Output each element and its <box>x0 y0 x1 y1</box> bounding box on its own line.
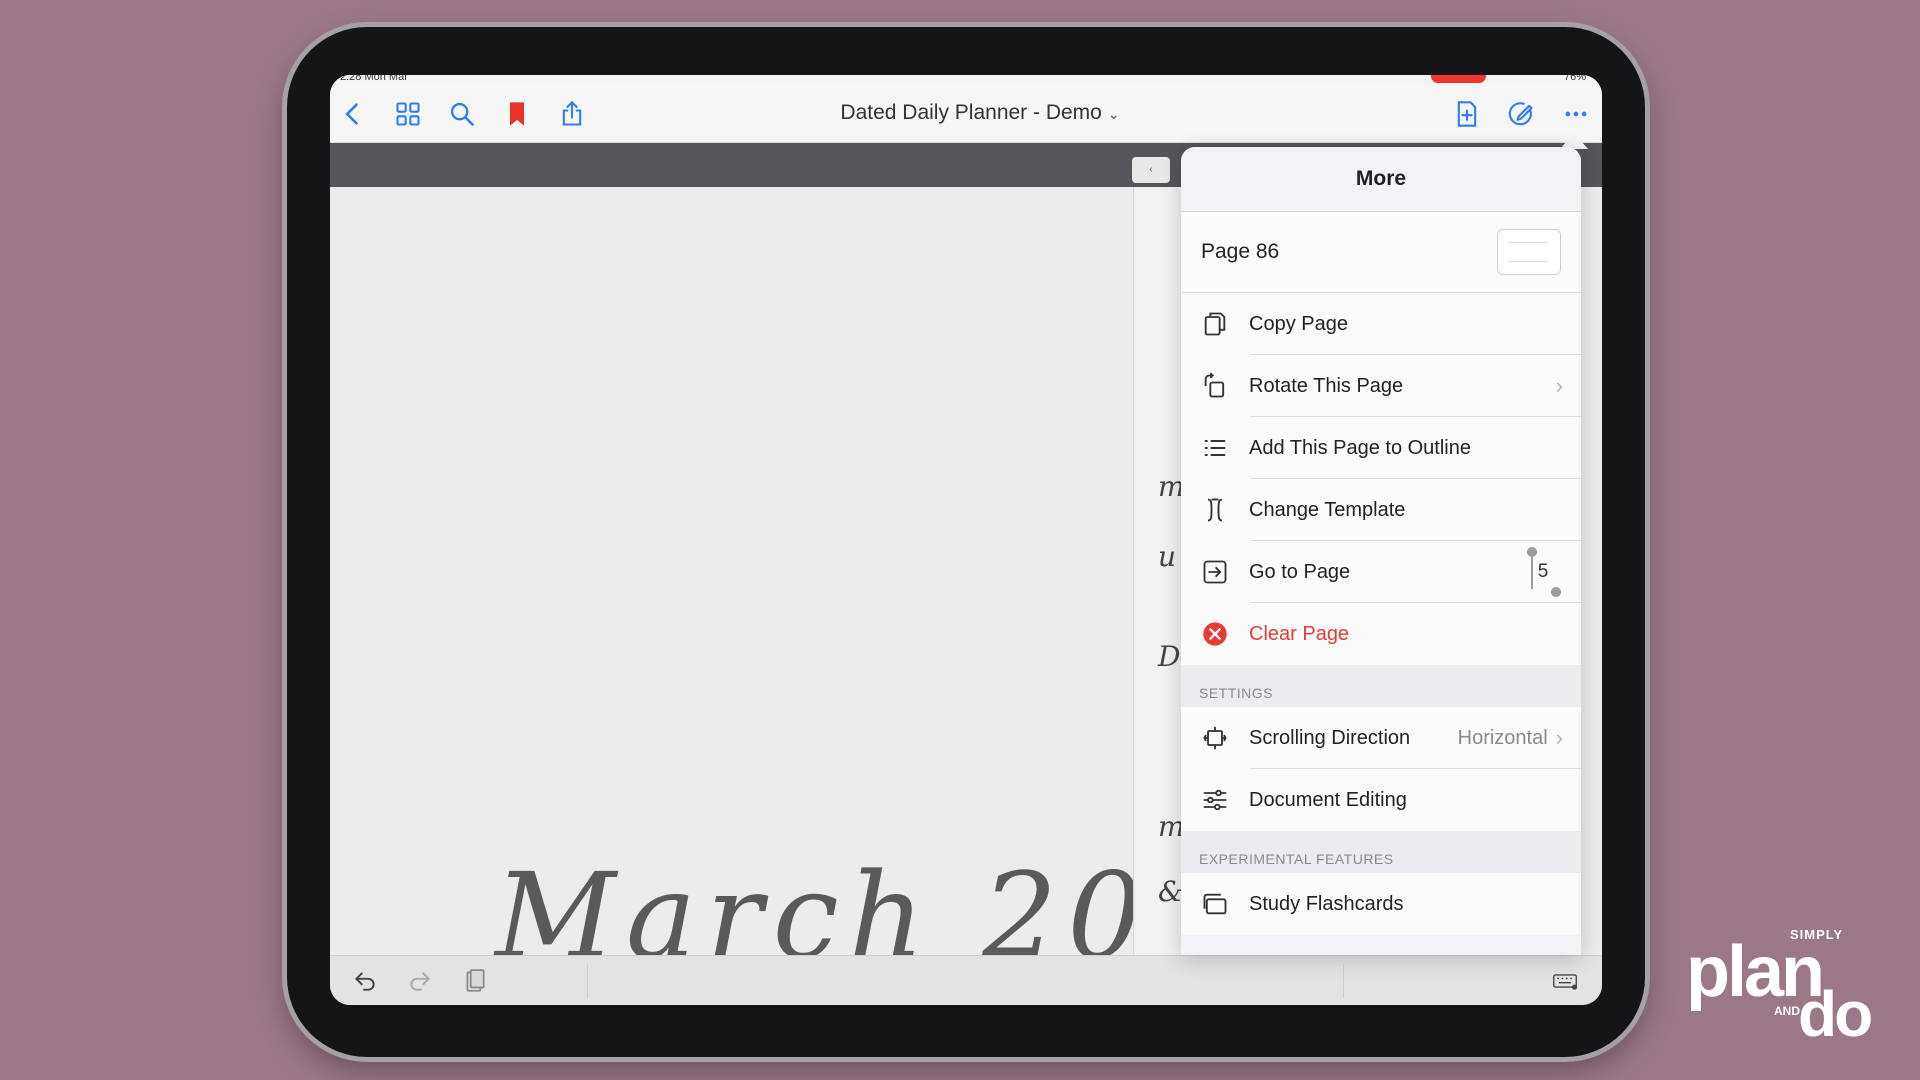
clipboard-button[interactable] <box>460 966 490 996</box>
current-page-row: Page 86 <box>1181 212 1581 293</box>
selection-handle[interactable] <box>1551 587 1561 597</box>
page-tab[interactable]: ‹ <box>1132 157 1170 183</box>
menu-item-label: Change Template <box>1249 498 1406 521</box>
document-title[interactable]: Dated Daily Planner - Demo ⌄ <box>780 101 1180 125</box>
pencil-circle-icon <box>1508 102 1533 126</box>
clear-page-icon <box>1203 622 1227 646</box>
undo-button[interactable] <box>350 966 380 996</box>
current-page-label: Page 86 <box>1201 240 1280 263</box>
chevron-right-icon: › <box>1555 725 1563 750</box>
add-to-outline-item[interactable]: Add This Page to Outline <box>1181 417 1581 479</box>
chevron-down-icon: ⌄ <box>1107 106 1120 122</box>
battery-level: 76% <box>1563 75 1586 83</box>
change-template-item[interactable]: Change Template <box>1181 479 1581 541</box>
sliders-icon <box>1203 789 1227 811</box>
page-number-input[interactable]: 5 <box>1527 555 1559 589</box>
scrolling-direction-item[interactable]: Scrolling Direction Horizontal › <box>1181 707 1581 769</box>
planner-page[interactable]: March 2021 <box>330 187 1312 985</box>
keyboard-icon <box>1553 974 1578 990</box>
chevron-right-icon: › <box>1555 373 1563 398</box>
add-page-button[interactable] <box>1452 99 1482 129</box>
logo-text: AND <box>1774 1004 1800 1018</box>
go-to-page-icon <box>1203 560 1227 584</box>
script-letter: D <box>1158 640 1181 673</box>
clear-page-item[interactable]: Clear Page <box>1181 603 1581 665</box>
redo-button[interactable] <box>405 966 435 996</box>
page-thumbnail[interactable] <box>1497 229 1561 275</box>
thumbnails-button[interactable] <box>393 99 423 129</box>
rotate-page-item[interactable]: Rotate This Page › <box>1181 355 1581 417</box>
simply-plan-and-do-logo: SIMPLY plan AND do <box>1686 922 1896 1052</box>
back-button[interactable] <box>338 99 368 129</box>
setting-value: Horizontal <box>1457 726 1548 749</box>
bookmark-button[interactable] <box>502 99 532 129</box>
status-time: 2:28 Mon Mar <box>340 75 408 83</box>
bottom-toolbar <box>330 955 1602 1005</box>
logo-text: do <box>1798 978 1873 1050</box>
settings-section-header: SETTINGS <box>1181 665 1581 707</box>
flashcards-icon <box>1203 893 1227 915</box>
grid-icon <box>396 102 420 126</box>
add-page-icon <box>1457 101 1477 127</box>
document-editing-item[interactable]: Document Editing <box>1181 769 1581 831</box>
menu-item-label: Rotate This Page <box>1249 374 1404 397</box>
share-button[interactable] <box>557 99 587 129</box>
menu-item-label: Document Editing <box>1249 788 1407 811</box>
edit-mode-button[interactable] <box>1506 99 1536 129</box>
app-screen: 2:28 Mon Mar 76% Dated Daily Planner - D… <box>330 75 1602 1005</box>
experimental-section-header: EXPERIMENTAL FEATURES <box>1181 831 1581 873</box>
more-button[interactable] <box>1561 99 1591 129</box>
menu-item-label: Study Flashcards <box>1249 892 1404 915</box>
divider <box>1343 964 1344 998</box>
rotate-page-icon <box>1204 372 1225 398</box>
top-toolbar: Dated Daily Planner - Demo ⌄ <box>330 85 1602 143</box>
undo-icon <box>354 972 375 991</box>
share-icon <box>562 100 582 126</box>
menu-item-label: Add This Page to Outline <box>1249 436 1471 459</box>
scroll-direction-icon <box>1203 726 1227 750</box>
bookmark-icon <box>510 102 524 126</box>
ellipsis-icon <box>1565 111 1587 117</box>
template-icon <box>1207 498 1223 522</box>
script-letter: & <box>1158 875 1183 908</box>
search-icon <box>450 102 474 126</box>
study-flashcards-item[interactable]: Study Flashcards <box>1181 873 1581 935</box>
screen-recording-indicator <box>1431 75 1486 83</box>
menu-item-label: Scrolling Direction <box>1249 726 1411 749</box>
chevron-left-icon <box>345 103 358 125</box>
clipboard-icon <box>466 969 485 992</box>
divider <box>587 964 588 998</box>
copy-page-item[interactable]: Copy Page <box>1181 293 1581 355</box>
outline-list-icon <box>1204 439 1226 457</box>
copy-page-icon <box>1204 312 1226 336</box>
redo-icon <box>410 972 431 991</box>
script-letter: u <box>1158 540 1177 573</box>
menu-item-label: Clear Page <box>1249 622 1350 645</box>
document-title-text: Dated Daily Planner - Demo <box>840 101 1102 124</box>
menu-title: More <box>1181 147 1581 212</box>
status-bar: 2:28 Mon Mar 76% <box>330 75 1602 85</box>
search-button[interactable] <box>447 99 477 129</box>
menu-item-label: Copy Page <box>1249 312 1348 335</box>
go-to-page-item[interactable]: Go to Page 5 <box>1181 541 1581 603</box>
keyboard-button[interactable] <box>1545 966 1585 996</box>
more-menu-popover: More Page 86 Copy Page Rotate This Page … <box>1181 147 1581 955</box>
